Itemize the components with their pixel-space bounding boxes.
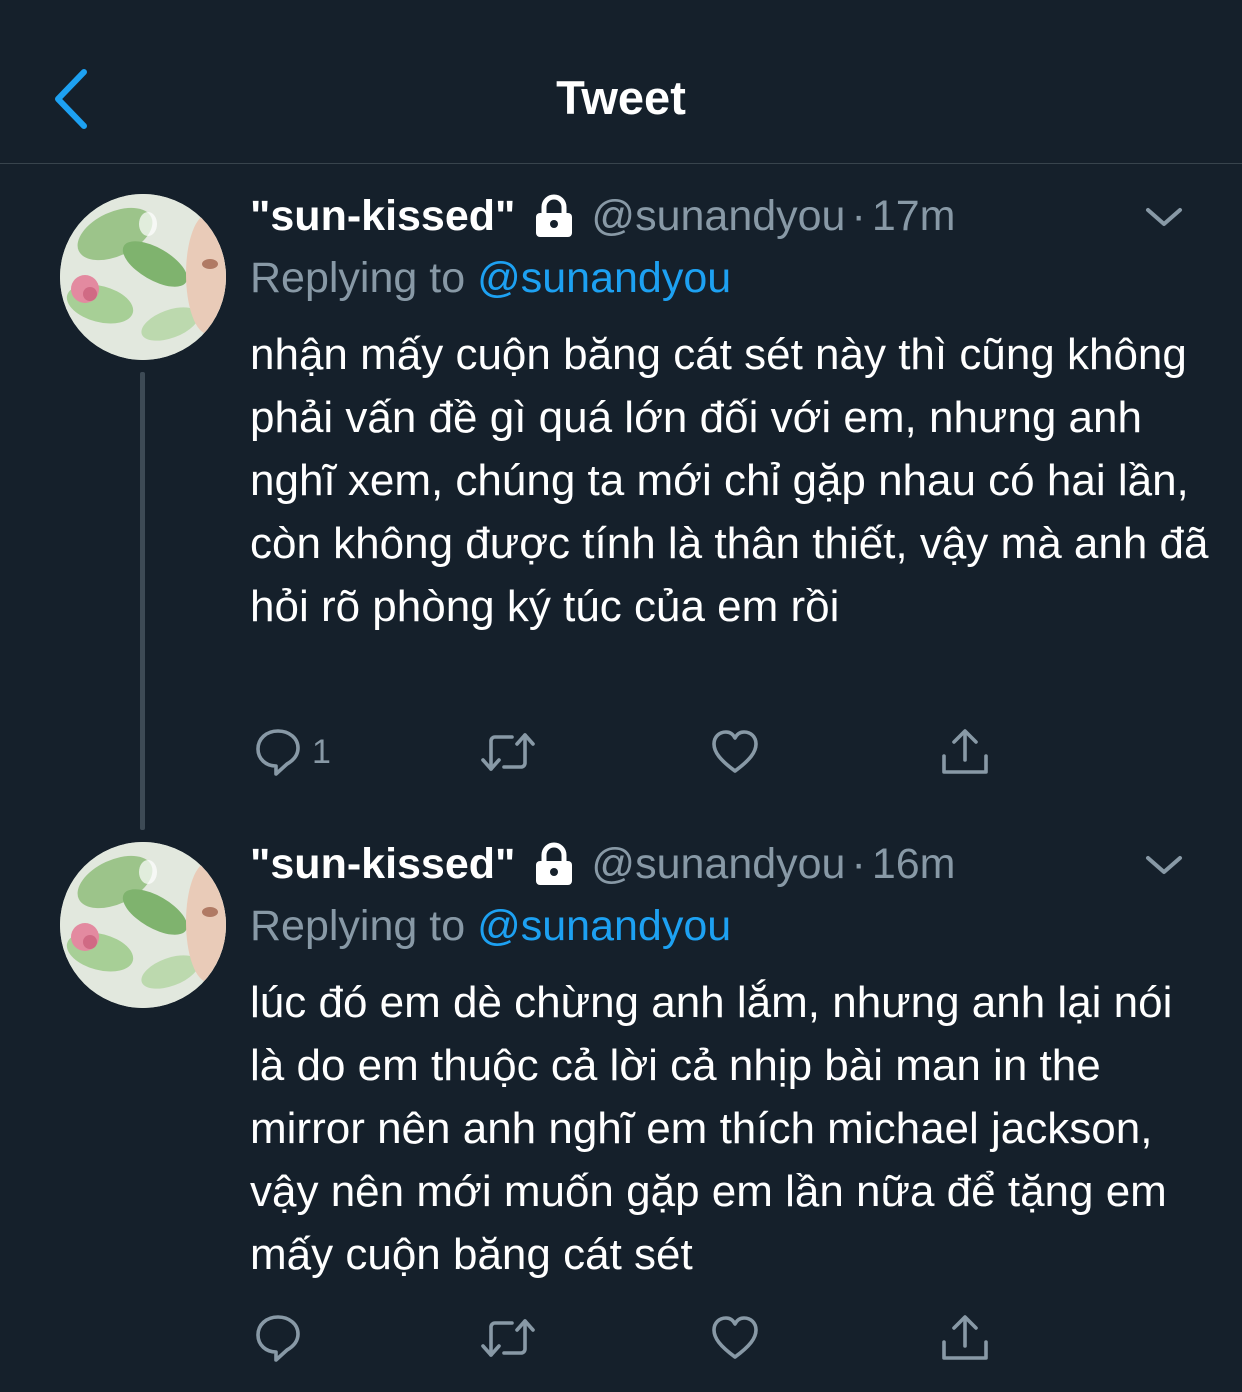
share-button[interactable] bbox=[940, 724, 990, 780]
retweet-button[interactable] bbox=[480, 1310, 536, 1366]
lock-icon bbox=[536, 194, 573, 237]
chevron-down-icon[interactable] bbox=[1142, 850, 1186, 880]
share-icon bbox=[942, 1315, 988, 1360]
replying-prefix: Replying to bbox=[250, 902, 466, 950]
like-icon bbox=[712, 730, 758, 773]
timestamp[interactable]: 16m bbox=[872, 836, 956, 892]
reply-button[interactable]: 1 bbox=[254, 724, 331, 780]
like-icon bbox=[712, 1316, 758, 1359]
replying-prefix: Replying to bbox=[250, 254, 466, 302]
avatar[interactable] bbox=[60, 194, 226, 360]
user-handle[interactable]: @sunandyou bbox=[591, 836, 845, 892]
lock-icon bbox=[536, 842, 573, 885]
user-handle[interactable]: @sunandyou bbox=[591, 188, 845, 244]
replying-to: Replying to @sunandyou bbox=[250, 898, 731, 954]
tweet-author-row: "sun-kissed" @sunandyou · 17m bbox=[250, 188, 955, 244]
page-title: Tweet bbox=[556, 71, 686, 124]
separator-dot: · bbox=[851, 840, 866, 888]
header-bar: Tweet bbox=[0, 0, 1242, 164]
reply-icon bbox=[256, 729, 300, 776]
thread-connector-line bbox=[140, 372, 145, 830]
replying-to: Replying to @sunandyou bbox=[250, 250, 731, 306]
display-name[interactable]: "sun-kissed" bbox=[250, 188, 515, 244]
avatar[interactable] bbox=[60, 842, 226, 1008]
reply-icon bbox=[256, 1315, 300, 1362]
timestamp[interactable]: 17m bbox=[872, 188, 956, 244]
retweet-icon bbox=[481, 733, 535, 771]
display-name[interactable]: "sun-kissed" bbox=[250, 836, 515, 892]
tweet-text: nhận mấy cuộn băng cát sét này thì cũng … bbox=[250, 330, 1209, 631]
replying-to-link[interactable]: @sunandyou bbox=[477, 902, 731, 950]
reply-button[interactable] bbox=[254, 1310, 312, 1366]
tweet-text: lúc đó em dè chừng anh lắm, nhưng anh lạ… bbox=[250, 978, 1173, 1279]
tweet-author-row: "sun-kissed" @sunandyou · 16m bbox=[250, 836, 955, 892]
like-button[interactable] bbox=[710, 1310, 760, 1366]
share-icon bbox=[942, 729, 988, 774]
reply-count: 1 bbox=[312, 732, 331, 771]
separator-dot: · bbox=[851, 192, 866, 240]
chevron-down-icon[interactable] bbox=[1142, 202, 1186, 232]
retweet-icon bbox=[481, 1319, 535, 1357]
replying-to-link[interactable]: @sunandyou bbox=[477, 254, 731, 302]
like-button[interactable] bbox=[710, 724, 760, 780]
share-button[interactable] bbox=[940, 1310, 990, 1366]
retweet-button[interactable] bbox=[480, 724, 536, 780]
